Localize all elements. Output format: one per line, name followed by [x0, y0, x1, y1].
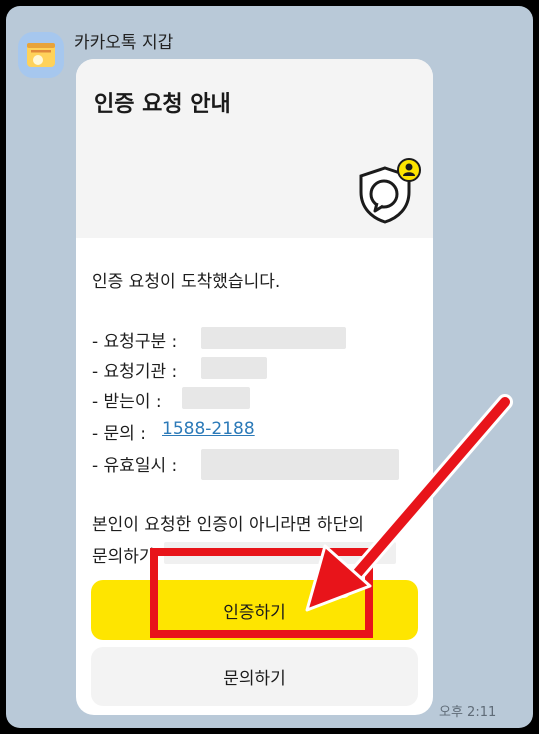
- inquiry-button[interactable]: 문의하기: [91, 647, 418, 706]
- redacted-request-type: [201, 327, 346, 349]
- redacted-requester: [201, 357, 267, 379]
- redacted-recipient: [182, 387, 250, 409]
- row-request-type-label: - 요청구분 :: [92, 332, 178, 352]
- sender-name: 카카오톡 지갑: [74, 33, 174, 53]
- intro-text: 인증 요청이 도착했습니다.: [92, 272, 281, 292]
- wallet-icon[interactable]: [18, 32, 64, 78]
- row-expiry-label: - 유효일시 :: [92, 456, 178, 476]
- notice-line-2: 문의하기: [92, 547, 155, 567]
- contact-phone-link[interactable]: 1588-2188: [162, 419, 255, 439]
- user-badge-icon: [397, 158, 421, 182]
- chat-screen: 카카오톡 지갑 인증 요청 안내 인증 요청이 도착했습니다. - 요청구분 :…: [6, 6, 533, 728]
- obscured-notice-text: [164, 542, 396, 564]
- row-recipient-label: - 받는이 :: [92, 392, 162, 412]
- redacted-expiry: [201, 449, 399, 480]
- row-contact-label: - 문의 :: [92, 424, 146, 444]
- notice-line-1: 본인이 요청한 인증이 아니라면 하단의: [92, 515, 364, 535]
- message-card: 인증 요청 안내 인증 요청이 도착했습니다. - 요청구분 : - 요청기관 …: [76, 59, 433, 715]
- card-title: 인증 요청 안내: [94, 92, 231, 117]
- message-timestamp: 오후 2:11: [439, 705, 497, 720]
- row-requester-label: - 요청기관 :: [92, 362, 178, 382]
- shield-chat-icon: [359, 158, 421, 224]
- authenticate-button[interactable]: 인증하기: [91, 580, 418, 640]
